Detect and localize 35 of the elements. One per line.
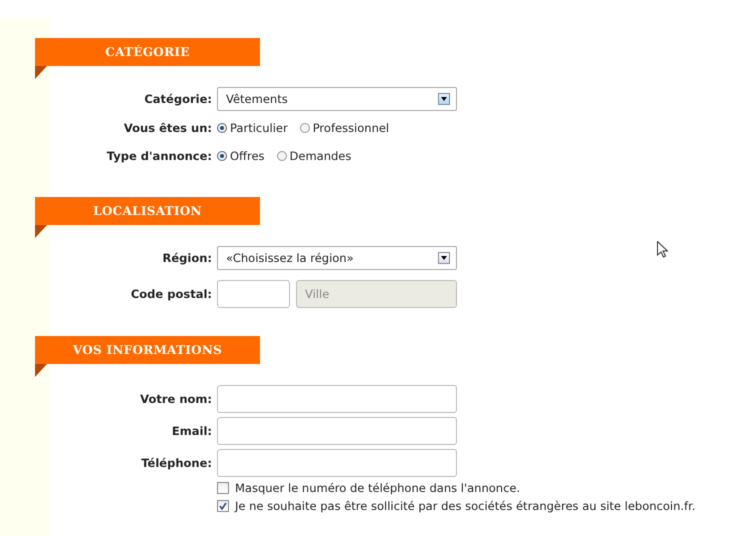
radio-button[interactable] <box>276 151 287 161</box>
input-field[interactable] <box>217 385 457 413</box>
radio-button[interactable] <box>217 151 227 161</box>
field-label: Téléphone: <box>140 456 212 470</box>
field-label: Code postal: <box>130 287 212 301</box>
checkbox-label: Je ne souhaite pas être sollicité par des sociétés étrangères au site leboncoin.fr. <box>235 499 696 513</box>
dropdown[interactable]: «Choisissez la région» <box>217 246 457 270</box>
ribbon-fold <box>35 364 47 377</box>
radio-label: Particulier <box>230 121 288 135</box>
radio-label: Demandes <box>290 149 352 163</box>
field-label: Votre nom: <box>139 392 212 406</box>
input-field[interactable] <box>217 417 457 445</box>
ribbon-fold <box>35 225 47 238</box>
radio-label: Professionnel <box>312 121 390 135</box>
dropdown[interactable]: Vêtements <box>217 87 457 111</box>
cursor-icon <box>657 241 668 258</box>
radio-button[interactable] <box>217 123 227 133</box>
caret-icon <box>438 252 450 264</box>
section-header: CATÉGORIE <box>35 38 260 66</box>
radio-button[interactable] <box>300 123 310 133</box>
postal-code-field[interactable] <box>217 280 290 308</box>
checkbox[interactable] <box>217 482 229 494</box>
checkbox-label: Masquer le numéro de téléphone dans l'annonce. <box>235 481 520 495</box>
section-header: LOCALISATION <box>35 197 260 225</box>
radio-label: Offres <box>230 149 265 163</box>
field-label: Vous êtes un: <box>122 121 212 135</box>
checkbox[interactable] <box>217 500 229 512</box>
field-label: Email: <box>170 424 212 438</box>
ribbon-fold <box>35 66 47 79</box>
caret-icon <box>438 93 450 105</box>
section-header: VOS INFORMATIONS <box>35 336 260 364</box>
field-label: Catégorie: <box>143 92 212 106</box>
field-label: Région: <box>161 251 212 265</box>
field-label: Type d'annonce: <box>106 149 212 163</box>
input-field[interactable] <box>217 449 457 477</box>
